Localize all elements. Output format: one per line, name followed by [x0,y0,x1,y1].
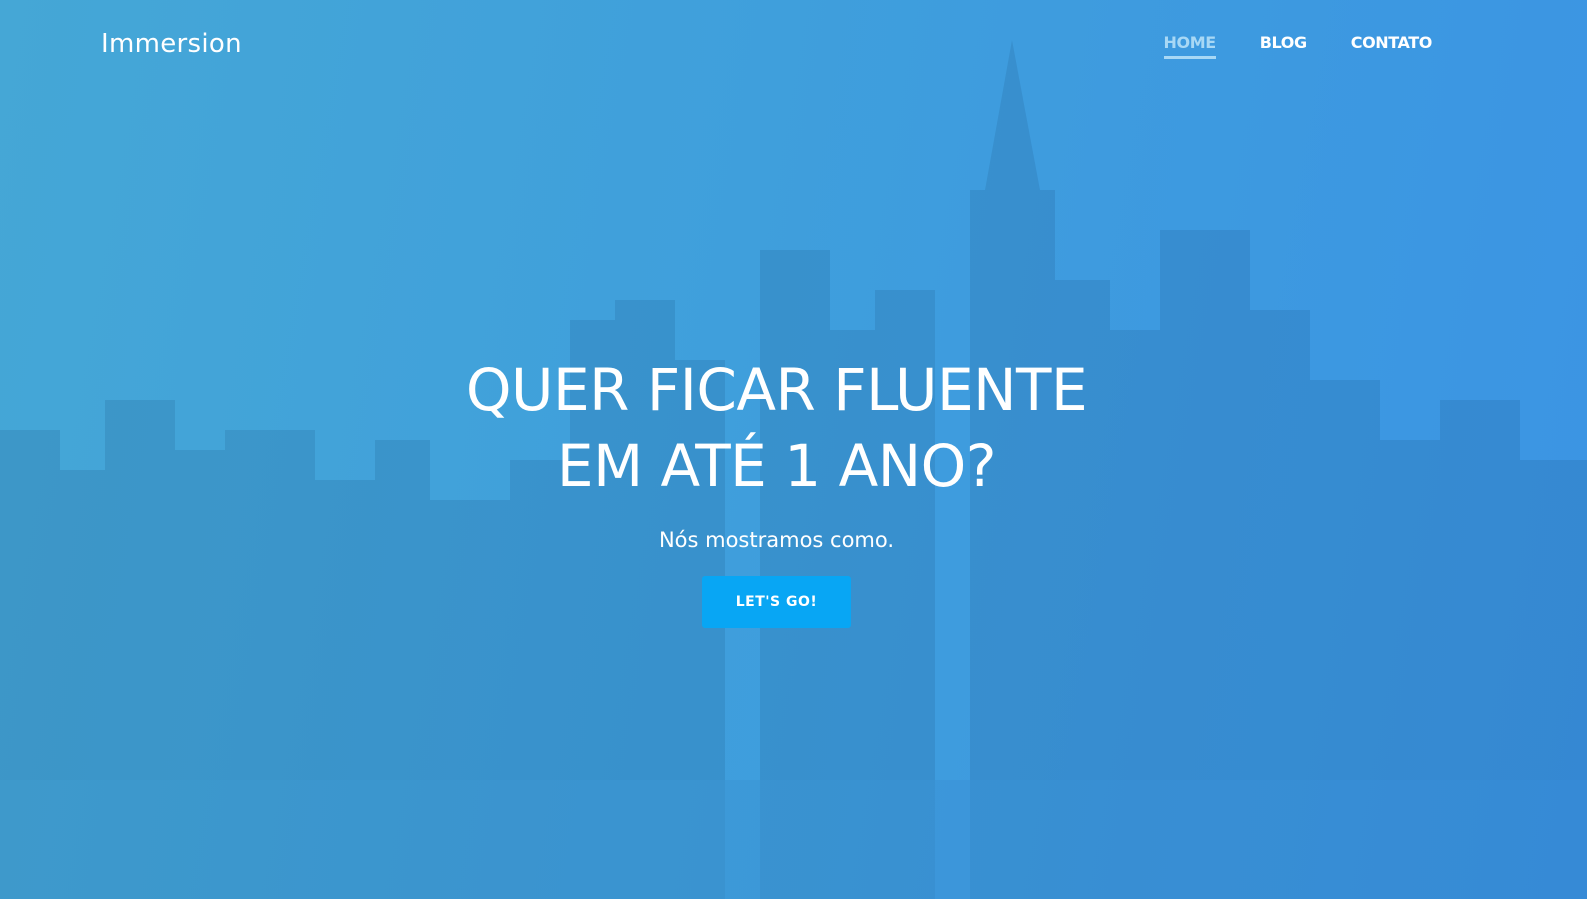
nav-item-blog: BLOG [1260,33,1307,59]
site-logo[interactable]: Immersion [101,29,242,59]
hero-headline-line-2: EM ATÉ 1 ANO? [556,432,997,500]
hero-content: QUER FICAR FLUENTE EM ATÉ 1 ANO? Nós mos… [0,352,1553,628]
hero-headline-line-1: QUER FICAR FLUENTE [465,356,1088,424]
top-navbar: Immersion HOME BLOG CONTATO [0,0,1587,90]
nav-item-contato: CONTATO [1351,33,1433,59]
nav-link-home[interactable]: HOME [1163,33,1216,59]
hero-section: Immersion HOME BLOG CONTATO QUER FICAR F… [0,0,1587,899]
nav-link-contato[interactable]: CONTATO [1351,33,1433,56]
hero-headline: QUER FICAR FLUENTE EM ATÉ 1 ANO? [0,352,1553,504]
lets-go-button[interactable]: LET'S GO! [702,576,851,628]
nav-menu: HOME BLOG CONTATO [1163,33,1433,59]
nav-item-home: HOME [1163,33,1216,59]
nav-link-blog[interactable]: BLOG [1260,33,1307,56]
hero-subtitle: Nós mostramos como. [658,528,895,552]
